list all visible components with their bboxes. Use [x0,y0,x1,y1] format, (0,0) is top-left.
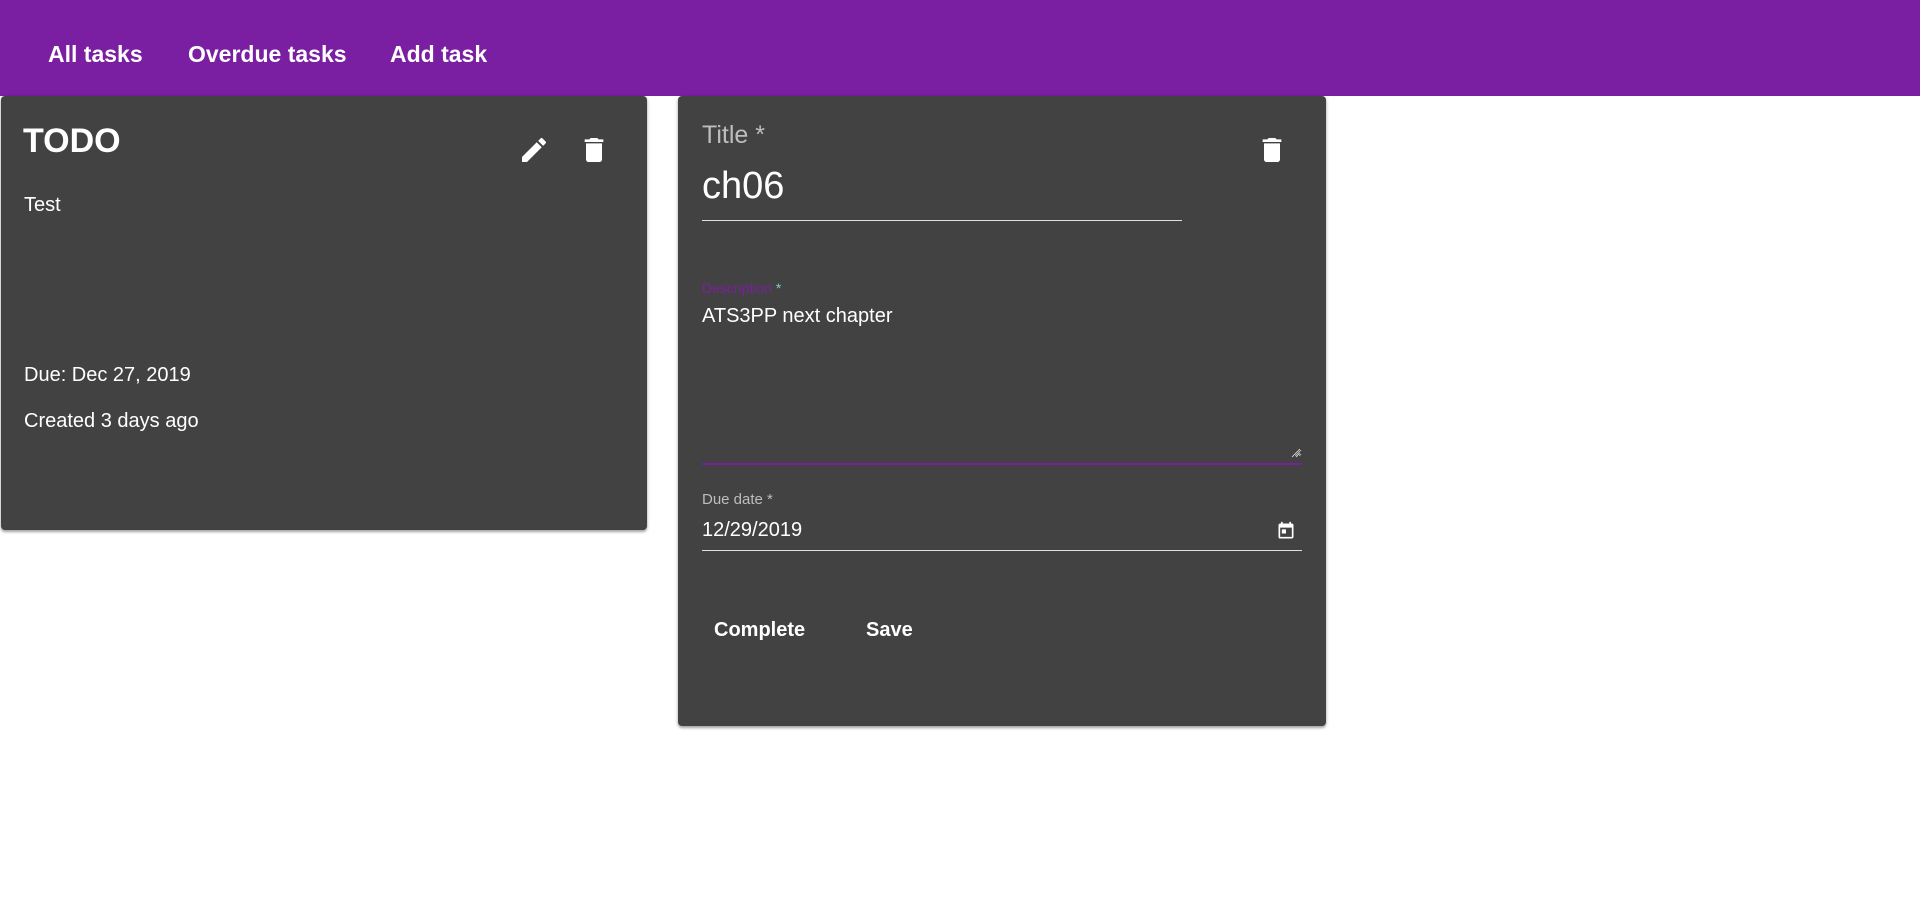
delete-edit-button[interactable] [1252,130,1292,170]
task-created: Created 3 days ago [24,410,199,432]
nav-add-task[interactable]: Add task [390,40,487,68]
due-date-input[interactable] [702,517,1262,543]
edit-button[interactable] [514,130,554,170]
calendar-icon[interactable] [1276,520,1296,542]
trash-icon [584,138,604,162]
save-button[interactable]: Save [866,618,913,642]
resize-handle-icon[interactable] [1291,448,1301,458]
app-toolbar: All tasks Overdue tasks Add task [0,0,1920,96]
nav-overdue-tasks[interactable]: Overdue tasks [188,40,347,68]
description-label: Description * [702,280,781,296]
pencil-icon [522,137,547,162]
title-input[interactable] [702,164,1182,208]
task-description: Test [24,194,61,216]
task-due-date: Due: Dec 27, 2019 [24,364,191,386]
due-date-label: Due date * [702,491,773,508]
nav-all-tasks[interactable]: All tasks [48,40,143,68]
required-asterisk: * [775,280,782,296]
complete-button[interactable]: Complete [714,618,805,642]
title-underline [702,220,1182,221]
description-textarea[interactable]: ATS3PP next chapter [702,305,1302,457]
trash-icon [1262,138,1282,162]
delete-task-button[interactable] [574,130,614,170]
due-date-underline [702,550,1302,551]
description-underline [702,463,1302,465]
task-title: TODO [23,122,121,160]
description-label-text: Description [702,280,773,296]
calendar-glyph [1278,521,1294,539]
title-label: Title * [702,121,765,149]
